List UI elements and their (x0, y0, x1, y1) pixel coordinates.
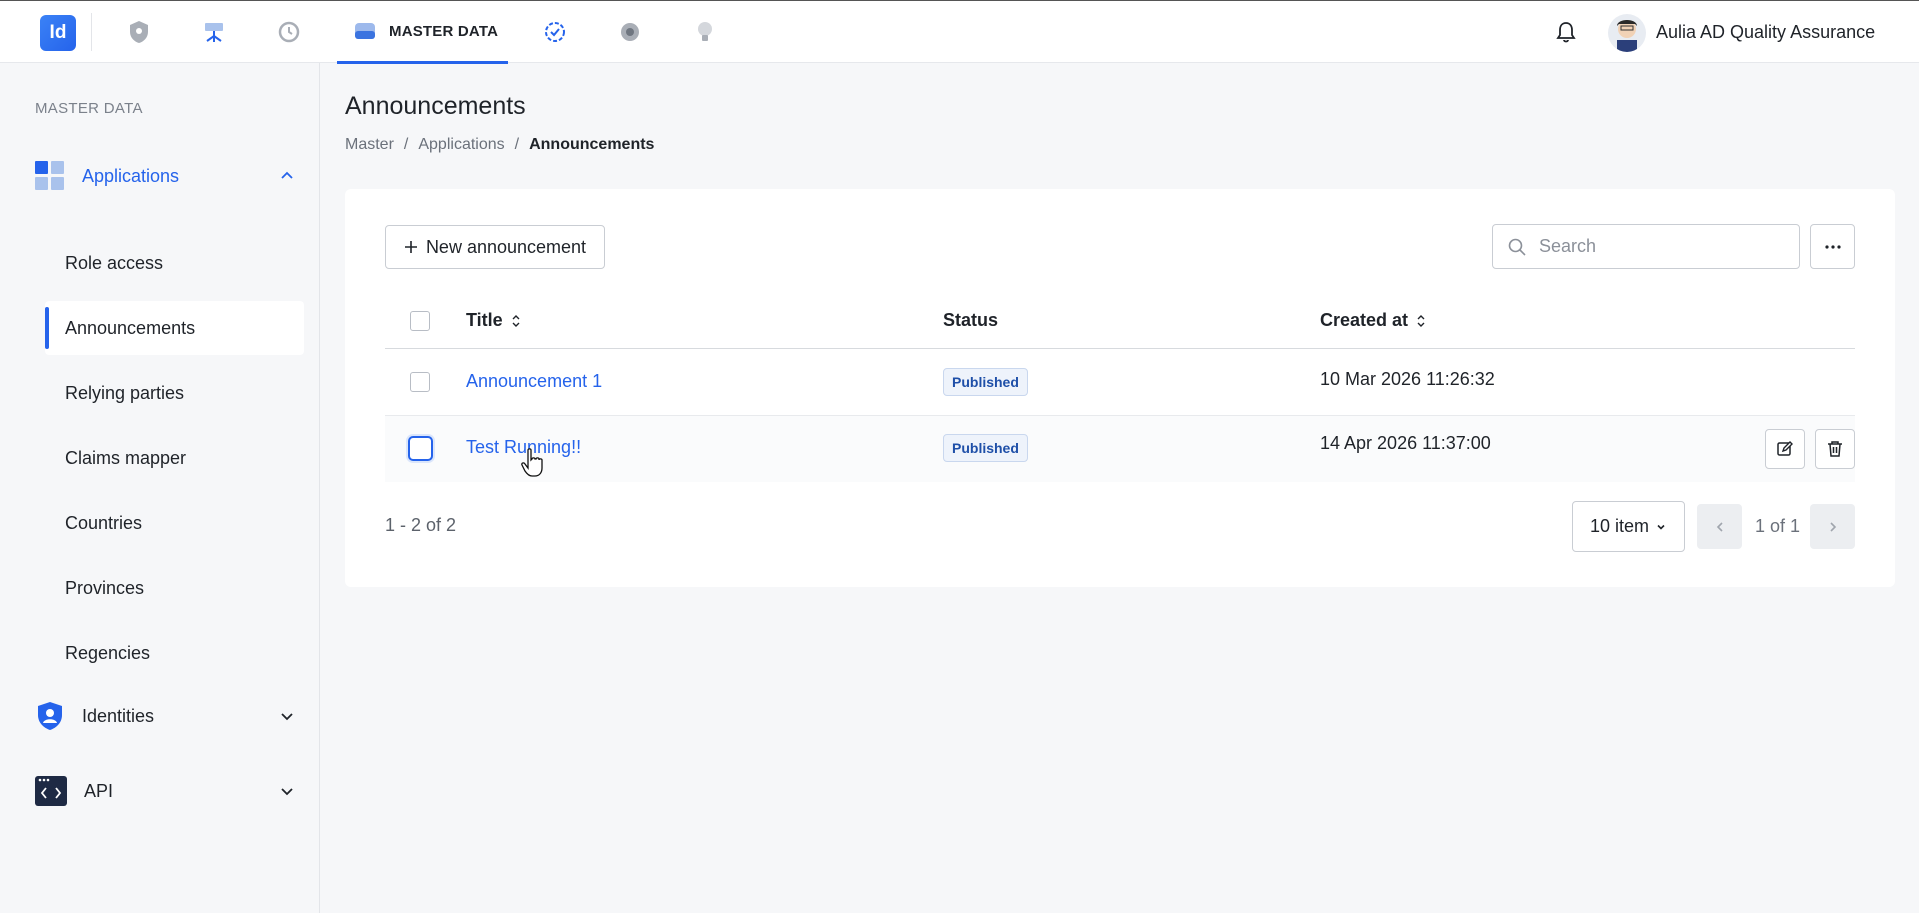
user-name[interactable]: Aulia AD Quality Assurance (1656, 22, 1875, 43)
sidebar-item-label: Countries (65, 512, 143, 533)
select-all-checkbox[interactable] (410, 311, 430, 331)
lightbulb-icon[interactable] (691, 18, 719, 46)
table-row[interactable]: Announcement 1 Published 10 Mar 2026 11:… (385, 350, 1855, 416)
chevron-down-icon (1657, 524, 1665, 530)
column-label: Status (943, 310, 999, 330)
avatar[interactable] (1608, 14, 1646, 52)
top-navigation-bar: Id MASTER DATA Aulia AD Quality Assuranc… (0, 0, 1919, 64)
breadcrumb-item-applications[interactable]: Applications (418, 136, 504, 154)
column-header-status: Status (943, 310, 998, 331)
new-announcement-button[interactable]: New announcement (385, 225, 605, 269)
sidebar-group-applications[interactable]: Applications (35, 156, 295, 196)
edit-button[interactable] (1765, 429, 1805, 469)
row-checkbox[interactable] (410, 372, 430, 392)
sidebar-item-claims-mapper[interactable]: Claims mapper (45, 431, 304, 485)
settings-icon[interactable] (616, 18, 644, 46)
sidebar-item-label: Provinces (65, 577, 145, 598)
edit-icon (1777, 441, 1793, 456)
sidebar: MASTER DATA Applications Role access Ann… (0, 63, 320, 913)
sidebar-item-role-access[interactable]: Role access (45, 236, 304, 290)
sort-icon (512, 314, 520, 327)
hand-cursor-icon (521, 448, 543, 477)
sidebar-header: MASTER DATA (35, 100, 143, 117)
table-header: Title Status Created at (385, 293, 1855, 349)
api-code-icon (35, 776, 67, 806)
table-row[interactable]: Test Running!! Published 14 Apr 2026 11:… (385, 416, 1855, 482)
plus-icon (404, 241, 417, 253)
chevron-down-icon (281, 713, 293, 721)
notification-bell-icon[interactable] (1555, 20, 1581, 46)
created-at-cell: 14 Apr 2026 11:37:00 (1320, 433, 1491, 453)
history-icon[interactable] (275, 18, 303, 46)
breadcrumb-item-current: Announcements (529, 136, 655, 153)
column-header-title[interactable]: Title (466, 310, 521, 331)
sidebar-item-regencies[interactable]: Regencies (45, 626, 304, 680)
delete-button[interactable] (1815, 429, 1855, 469)
tab-master-data-label: MASTER DATA (389, 22, 499, 40)
sidebar-item-countries[interactable]: Countries (45, 496, 304, 550)
search-icon (1508, 238, 1526, 256)
sidebar-group-label: Applications (82, 165, 180, 186)
sort-icon (1417, 314, 1425, 327)
chevron-up-icon (281, 171, 293, 179)
status-badge: Published (943, 368, 1028, 396)
logo-text: Id (49, 22, 67, 43)
sidebar-item-label: Announcements (65, 317, 196, 338)
divider (91, 13, 92, 51)
sidebar-item-relying-parties[interactable]: Relying parties (45, 366, 304, 420)
identity-shield-icon (38, 702, 62, 730)
sidebar-item-label: Claims mapper (65, 447, 187, 468)
previous-page-button[interactable] (1697, 504, 1742, 549)
page-size-select[interactable]: 10 item (1572, 501, 1685, 552)
sidebar-item-provinces[interactable]: Provinces (45, 561, 304, 615)
sidebar-group-label: Identities (82, 705, 155, 726)
database-icon (355, 23, 375, 39)
column-label: Title (466, 310, 503, 330)
trash-icon (1828, 441, 1842, 457)
search-input[interactable] (1539, 236, 1779, 257)
row-checkbox[interactable] (408, 436, 433, 461)
breadcrumb: Master / Applications / Announcements (345, 136, 654, 154)
sidebar-group-label: API (84, 780, 114, 801)
column-label: Created at (1320, 310, 1409, 330)
sidebar-item-label: Relying parties (65, 382, 185, 403)
column-header-created-at[interactable]: Created at (1320, 310, 1426, 331)
created-at-cell: 10 Mar 2026 11:26:32 (1320, 369, 1495, 389)
sidebar-item-label: Role access (65, 252, 164, 273)
chevron-left-icon (1716, 521, 1723, 532)
new-announcement-label: New announcement (425, 236, 587, 257)
sidebar-group-api[interactable]: API (35, 771, 295, 811)
chevron-right-icon (1829, 521, 1836, 532)
announcement-title-link[interactable]: Announcement 1 (466, 371, 602, 392)
more-options-button[interactable] (1810, 224, 1855, 269)
chevron-down-icon (281, 788, 293, 796)
ellipsis-icon (1824, 244, 1841, 249)
announcements-card: New announcement Title Status Created at… (345, 189, 1895, 587)
page-info: 1 of 1 (1755, 516, 1801, 536)
page-size-label: 10 item (1589, 516, 1650, 536)
pagination-range: 1 - 2 of 2 (385, 515, 457, 535)
page-title: Announcements (345, 92, 526, 120)
sidebar-item-label: Regencies (65, 642, 151, 663)
search-box[interactable] (1492, 224, 1800, 269)
app-logo[interactable]: Id (40, 15, 76, 51)
breadcrumb-separator: / (403, 136, 409, 153)
shield-icon[interactable] (125, 18, 153, 46)
breadcrumb-separator: / (514, 136, 520, 153)
sidebar-group-identities[interactable]: Identities (35, 696, 295, 736)
tab-master-data[interactable]: MASTER DATA (337, 1, 508, 64)
applications-grid-icon (35, 161, 64, 190)
breadcrumb-item-master[interactable]: Master (345, 136, 394, 154)
check-badge-icon[interactable] (541, 18, 569, 46)
sidebar-item-announcements[interactable]: Announcements (45, 301, 304, 355)
network-icon[interactable] (200, 18, 228, 46)
status-badge: Published (943, 434, 1028, 462)
next-page-button[interactable] (1810, 504, 1855, 549)
